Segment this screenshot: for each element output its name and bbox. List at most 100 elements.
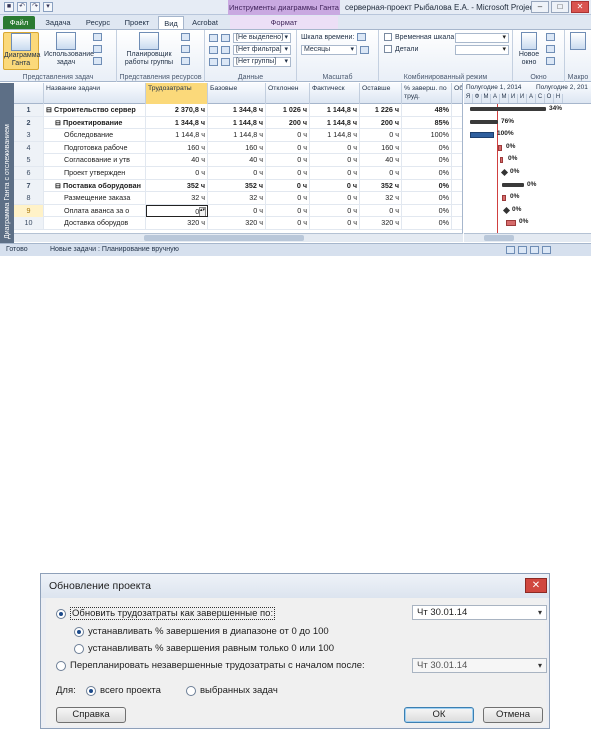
cell-pct[interactable]: 0% xyxy=(402,141,452,154)
table-row[interactable]: 9Оплата аванса за о0 ч▴▾0 ч0 ч0 ч0 ч0% xyxy=(14,204,462,218)
outline-icon[interactable] xyxy=(209,46,218,54)
undo-icon[interactable]: ↶ xyxy=(17,2,27,12)
cell-variance[interactable]: 1 026 ч xyxy=(266,104,310,116)
filter-dropdown[interactable]: [Нет фильтра] ▾ xyxy=(233,45,291,55)
cell-work[interactable]: 352 ч xyxy=(146,179,208,192)
cell-variance[interactable]: 0 ч xyxy=(266,217,310,230)
cell-remaining[interactable]: 40 ч xyxy=(360,154,402,167)
cell-work[interactable]: 40 ч xyxy=(146,154,208,167)
task-usage-button[interactable]: Использование задач xyxy=(44,32,94,67)
gantt-milestone[interactable] xyxy=(502,206,511,214)
cell-variance[interactable]: 200 ч xyxy=(266,116,310,129)
cell-name[interactable]: ⊟ Проектирование xyxy=(44,116,146,129)
gantt-summary-bar[interactable] xyxy=(470,107,546,111)
cell-name[interactable]: Оплата аванса за о xyxy=(44,204,146,217)
update-date-field[interactable]: Чт 30.01.14 ▾ xyxy=(412,605,547,620)
gantt-summary-bar[interactable] xyxy=(470,119,498,124)
cell-pct[interactable]: 100% xyxy=(402,129,452,142)
cell-baseline[interactable]: 40 ч xyxy=(208,154,266,167)
table-row[interactable]: 7 ⊟ Поставка оборудован 352 ч 352 ч0 ч0 ч 35… xyxy=(14,179,462,193)
cell-extra[interactable] xyxy=(452,142,462,154)
minimize-button[interactable]: – xyxy=(531,1,549,13)
reschedule-option[interactable]: Перепланировать незавершенные трудозатра… xyxy=(56,660,365,671)
gantt-task-bar[interactable] xyxy=(506,220,516,227)
details-view-dropdown[interactable]: ▾ xyxy=(455,45,509,55)
cell-baseline[interactable]: 1 344,8 ч xyxy=(208,104,266,116)
cell-work[interactable]: 2 370,8 ч xyxy=(146,104,208,116)
col-header-remaining[interactable]: Оставше xyxy=(360,83,402,104)
cell-name[interactable]: ⊟ Поставка оборудован xyxy=(44,179,146,192)
cell-work[interactable]: 0 ч▴▾ xyxy=(146,204,208,217)
cell-pct[interactable]: 0% xyxy=(402,204,452,217)
range-0-100-option[interactable]: устанавливать % завершения в диапазоне о… xyxy=(74,626,329,637)
cell-remaining[interactable]: 0 ч xyxy=(360,204,402,217)
highlight-dropdown[interactable]: [Не выделено] ▾ xyxy=(233,33,291,43)
cell-baseline[interactable]: 352 ч xyxy=(208,179,266,192)
radio-button[interactable] xyxy=(56,660,66,671)
col-header-variance[interactable]: Отклонен xyxy=(266,83,310,104)
cell-remaining[interactable]: 1 226 ч xyxy=(360,104,402,116)
cell-baseline[interactable]: 0 ч xyxy=(208,204,266,217)
cell-actual[interactable]: 0 ч xyxy=(310,154,360,167)
cell-baseline[interactable]: 32 ч xyxy=(208,192,266,205)
cell-pct[interactable]: 85% xyxy=(402,116,452,129)
cell-variance[interactable]: 0 ч xyxy=(266,154,310,167)
network-diagram-icon[interactable] xyxy=(93,33,102,41)
cell-work[interactable]: 160 ч xyxy=(146,141,208,154)
tab-format[interactable]: Формат xyxy=(230,16,338,29)
radio-button[interactable] xyxy=(74,643,84,654)
cell-extra[interactable] xyxy=(452,104,462,116)
cell-work[interactable]: 32 ч xyxy=(146,192,208,205)
tab-task[interactable]: Задача xyxy=(40,16,76,29)
cell-actual[interactable]: 1 144,8 ч xyxy=(310,104,360,116)
cell-name[interactable]: Согласование и утв xyxy=(44,154,146,167)
cell-extra[interactable] xyxy=(452,117,462,129)
cell-pct[interactable]: 0% xyxy=(402,217,452,230)
entire-project-icon[interactable] xyxy=(360,46,369,54)
dialog-close-button[interactable]: ✕ xyxy=(525,578,547,593)
gantt-task-bar[interactable] xyxy=(502,195,506,202)
cell-variance[interactable]: 0 ч xyxy=(266,204,310,217)
switch-windows-icon[interactable] xyxy=(546,33,555,41)
cell-name[interactable]: Подготовка рабоче xyxy=(44,141,146,154)
cell-extra[interactable] xyxy=(452,129,462,141)
task-usage-shortcut-icon[interactable] xyxy=(518,246,527,254)
cell-work[interactable]: 0 ч xyxy=(146,167,208,179)
gantt-task-bar[interactable] xyxy=(498,144,502,151)
selected-tasks-option[interactable]: выбранных задач xyxy=(186,685,278,696)
calendar-icon[interactable] xyxy=(93,45,102,53)
table-row[interactable]: 1 ⊟ Строительство сервер 2 370,8 ч1 344,8 … xyxy=(14,104,462,117)
scroll-thumb[interactable] xyxy=(144,235,304,241)
col-header-work[interactable]: Трудозатраты xyxy=(146,83,208,104)
cell-extra[interactable] xyxy=(452,154,462,166)
cell-variance[interactable]: 0 ч xyxy=(266,179,310,192)
cell-name[interactable]: Проект утвержден xyxy=(44,167,146,179)
scroll-thumb[interactable] xyxy=(484,235,514,241)
cell-remaining[interactable]: 160 ч xyxy=(360,141,402,154)
cell-variance[interactable]: 0 ч xyxy=(266,167,310,179)
team-planner-button[interactable]: Планировщик работы группы xyxy=(121,32,177,67)
cell-work[interactable]: 320 ч xyxy=(146,217,208,230)
timeline-checkbox[interactable] xyxy=(384,33,392,41)
binary-0-100-option[interactable]: устанавливать % завершения равным только… xyxy=(74,643,334,654)
cell-actual[interactable]: 0 ч xyxy=(310,167,360,179)
collapse-icon[interactable]: ⊟ xyxy=(55,181,63,190)
cell-extra[interactable] xyxy=(452,205,462,217)
cell-remaining[interactable]: 32 ч xyxy=(360,192,402,205)
sort-icon[interactable] xyxy=(209,34,218,42)
cell-actual[interactable]: 0 ч xyxy=(310,179,360,192)
tab-file[interactable]: Файл xyxy=(3,16,35,29)
table-row[interactable]: 8 Размещение заказа 32 ч 32 ч0 ч0 ч 32 ч 0% xyxy=(14,192,462,205)
radio-button[interactable] xyxy=(86,685,96,696)
cell-baseline[interactable]: 160 ч xyxy=(208,141,266,154)
cell-extra[interactable] xyxy=(452,192,462,204)
customize-qat-icon[interactable]: ▾ xyxy=(43,2,53,12)
timescale-dropdown[interactable]: Месяцы ▾ xyxy=(301,45,357,55)
table-row[interactable]: 2 ⊟ Проектирование 1 344,8 ч1 144,8 ч 200 ч… xyxy=(14,116,462,130)
team-planner-shortcut-icon[interactable] xyxy=(530,246,539,254)
cell-name[interactable]: Доставка оборудов xyxy=(44,217,146,230)
cell-pct[interactable]: 0% xyxy=(402,154,452,167)
cell-pct[interactable]: 0% xyxy=(402,167,452,179)
group-dropdown[interactable]: [Нет группы] ▾ xyxy=(233,57,291,67)
save-icon[interactable]: ■ xyxy=(4,2,14,12)
